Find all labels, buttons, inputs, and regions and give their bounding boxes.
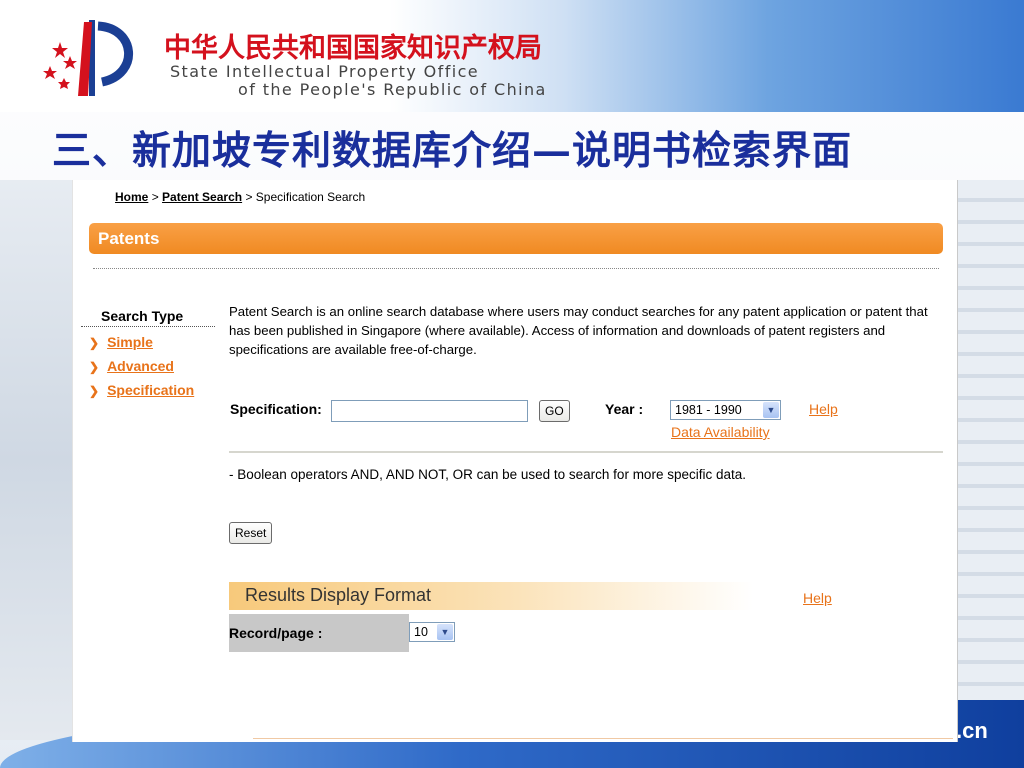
background-decoration-right bbox=[958, 180, 1024, 740]
year-select-value: 1981 - 1990 bbox=[675, 403, 742, 417]
chevron-down-icon[interactable]: ▼ bbox=[763, 402, 779, 418]
sidebar-item-simple[interactable]: ❯ Simple bbox=[89, 334, 153, 350]
data-availability-link[interactable]: Data Availability bbox=[671, 424, 770, 440]
org-name-en-line2: of the People's Republic of China bbox=[238, 80, 547, 99]
results-format-header: Results Display Format bbox=[229, 582, 753, 610]
sidebar-link-specification[interactable]: Specification bbox=[107, 382, 194, 398]
slide-title: 三、新加坡专利数据库介绍—说明书检索界面 bbox=[52, 128, 853, 174]
sidebar-link-advanced[interactable]: Advanced bbox=[107, 358, 174, 374]
breadcrumb: Home > Patent Search > Specification Sea… bbox=[115, 190, 365, 204]
results-help-link[interactable]: Help bbox=[803, 590, 832, 606]
chevron-right-icon: ❯ bbox=[89, 384, 100, 398]
org-name-cn: 中华人民共和国国家知识产权局 bbox=[164, 33, 542, 64]
sidebar-item-advanced[interactable]: ❯ Advanced bbox=[89, 358, 174, 374]
screenshot-panel: Home > Patent Search > Specification Sea… bbox=[72, 180, 958, 742]
go-button[interactable]: GO bbox=[539, 400, 570, 422]
divider bbox=[93, 268, 939, 269]
sidebar-link-simple[interactable]: Simple bbox=[107, 334, 153, 350]
breadcrumb-separator: > bbox=[245, 190, 253, 204]
search-type-title: Search Type bbox=[101, 308, 184, 324]
section-title: Patents bbox=[98, 229, 160, 248]
slide-header: 中华人民共和国国家知识产权局 State Intellectual Proper… bbox=[0, 0, 1024, 112]
record-per-page-label: Record/page : bbox=[229, 625, 323, 641]
results-format-title: Results Display Format bbox=[245, 585, 432, 605]
reset-button[interactable]: Reset bbox=[229, 522, 273, 544]
section-header-bar: Patents bbox=[89, 223, 943, 254]
breadcrumb-current: Specification Search bbox=[255, 190, 366, 204]
breadcrumb-patent-search-link[interactable]: Patent Search bbox=[162, 190, 242, 204]
sidebar-item-specification[interactable]: ❯ Specification bbox=[89, 382, 194, 398]
org-name-en-line1: State Intellectual Property Office bbox=[170, 62, 480, 81]
divider bbox=[253, 738, 953, 739]
chevron-down-icon[interactable]: ▼ bbox=[437, 624, 453, 640]
breadcrumb-home-link[interactable]: Home bbox=[115, 190, 148, 204]
intro-text: Patent Search is an online search databa… bbox=[229, 304, 928, 357]
chevron-right-icon: ❯ bbox=[89, 360, 100, 374]
divider bbox=[81, 326, 215, 327]
record-per-page-cell: Record/page : bbox=[229, 614, 409, 652]
chevron-right-icon: ❯ bbox=[89, 336, 100, 350]
record-per-page-select[interactable]: 10 ▼ bbox=[409, 622, 455, 642]
boolean-operators-note: - Boolean operators AND, AND NOT, OR can… bbox=[229, 467, 746, 482]
search-help-link[interactable]: Help bbox=[809, 401, 838, 417]
footer-domain-suffix: .cn bbox=[956, 718, 988, 743]
year-label: Year : bbox=[605, 401, 644, 417]
year-select[interactable]: 1981 - 1990 ▼ bbox=[670, 400, 781, 420]
sipo-logo-icon bbox=[43, 20, 133, 96]
breadcrumb-separator: > bbox=[151, 190, 159, 204]
divider bbox=[229, 451, 943, 453]
background-decoration-left bbox=[0, 180, 76, 740]
specification-label: Specification: bbox=[230, 401, 322, 417]
specification-input[interactable] bbox=[331, 400, 528, 422]
record-per-page-value: 10 bbox=[414, 625, 428, 639]
